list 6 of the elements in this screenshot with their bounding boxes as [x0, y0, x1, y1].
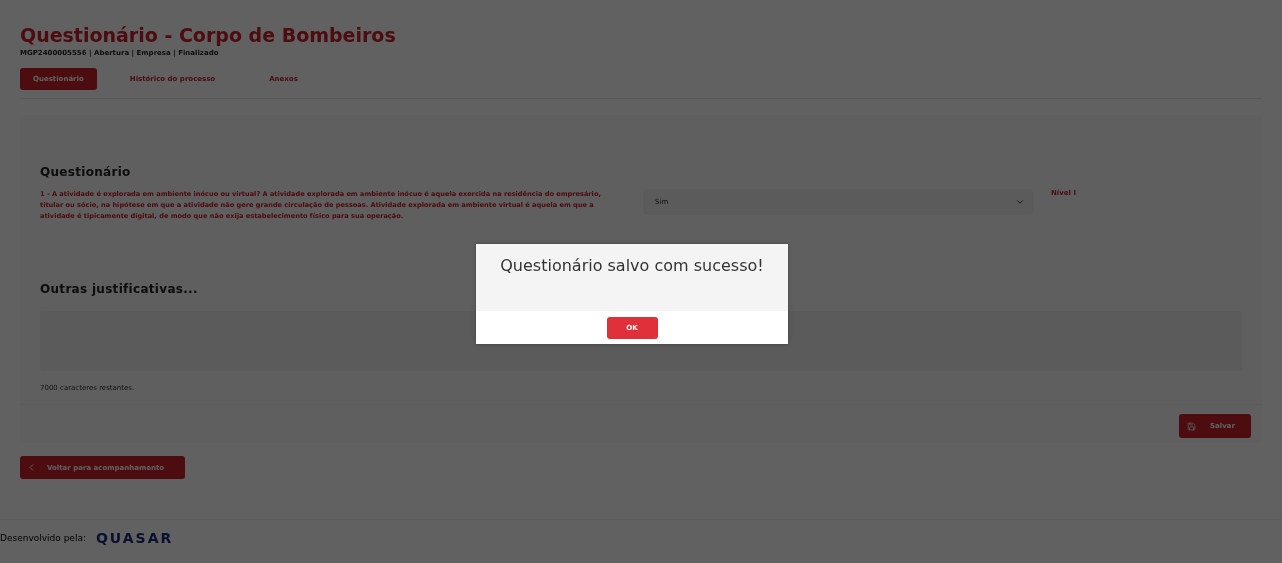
dialog-message: Questionário salvo com sucesso! — [500, 256, 764, 277]
page-title: Questionário - Corpo de Bombeiros — [20, 23, 397, 48]
section-heading: Questionário — [40, 165, 131, 179]
section-heading: Outras justificativas... — [40, 282, 198, 296]
developed-by-text: Desenvolvido pela: — [0, 533, 86, 543]
company-logo: QUASAR — [95, 530, 174, 546]
